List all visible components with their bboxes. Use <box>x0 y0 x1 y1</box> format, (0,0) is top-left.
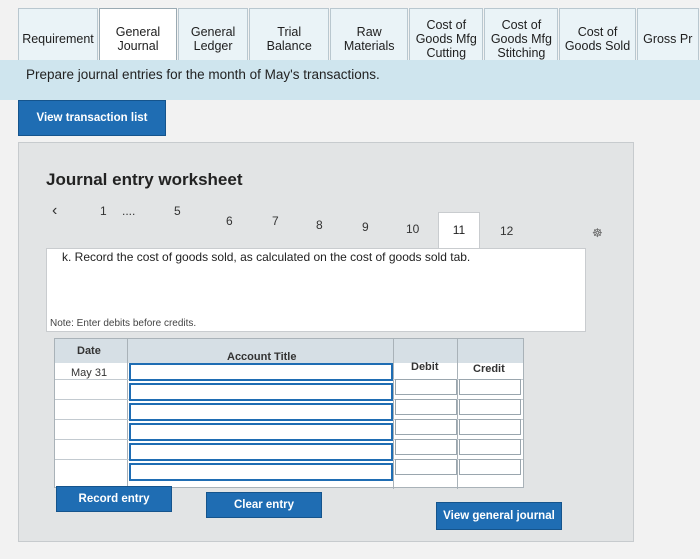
journal-table: Date Account Title Debit Credit May 31 <box>54 338 524 489</box>
account-title-input[interactable] <box>129 463 393 481</box>
tab-general-ledger[interactable]: General Ledger <box>177 8 249 68</box>
debit-input[interactable] <box>395 419 457 435</box>
account-title-input[interactable] <box>129 423 393 441</box>
worksheet-title: Journal entry worksheet <box>46 170 243 189</box>
header-credit: Credit <box>473 363 505 375</box>
tab-cogm-stitching[interactable]: Cost of Goods Mfg Stitching <box>484 8 559 68</box>
view-transaction-list-button[interactable]: View transaction list <box>18 100 166 136</box>
clear-entry-button[interactable]: Clear entry <box>206 492 322 518</box>
header-account-title: Account Title <box>227 351 297 363</box>
page-7[interactable]: 7 <box>272 214 279 228</box>
account-title-input[interactable] <box>129 443 393 461</box>
tab-gross-profit[interactable]: Gross Pr <box>636 8 699 68</box>
page-12[interactable]: 12 <box>500 224 513 238</box>
tab-cogs[interactable]: Cost of Goods Sold <box>559 8 636 68</box>
credit-input[interactable] <box>459 459 521 475</box>
task-text: k. Record the cost of goods sold, as cal… <box>62 250 471 264</box>
tab-general-journal[interactable]: General Journal <box>98 8 177 68</box>
page-9[interactable]: 9 <box>362 220 369 234</box>
tab-requirement[interactable]: Requirement <box>18 8 98 68</box>
account-title-input[interactable] <box>129 383 393 401</box>
print-icon[interactable]: ☸ <box>592 226 603 240</box>
view-general-journal-button[interactable]: View general journal <box>436 502 562 530</box>
debit-input[interactable] <box>395 439 457 455</box>
page-1[interactable]: 1 <box>100 204 107 218</box>
col-divider <box>393 339 394 489</box>
col-divider <box>457 339 458 489</box>
tab-cogm-cutting[interactable]: Cost of Goods Mfg Cutting <box>409 8 484 68</box>
record-entry-button[interactable]: Record entry <box>56 486 172 512</box>
tab-bar: Requirement General Journal General Ledg… <box>0 8 700 68</box>
account-title-input[interactable] <box>129 363 393 381</box>
page-11-active[interactable]: 11 <box>438 212 480 252</box>
header-debit: Debit <box>411 361 439 373</box>
date-cell: May 31 <box>71 367 108 379</box>
header-date: Date <box>77 345 101 357</box>
account-title-input[interactable] <box>129 403 393 421</box>
page-5[interactable]: 5 <box>174 204 181 218</box>
credit-input[interactable] <box>459 379 521 395</box>
debit-input[interactable] <box>395 459 457 475</box>
credit-input[interactable] <box>459 399 521 415</box>
note-text: Note: Enter debits before credits. <box>50 318 197 329</box>
page-10[interactable]: 10 <box>406 222 419 236</box>
chevron-left-icon[interactable]: ‹ <box>52 202 57 220</box>
tab-trial-balance[interactable]: Trial Balance <box>249 8 330 68</box>
page-8[interactable]: 8 <box>316 218 323 232</box>
page-6[interactable]: 6 <box>226 214 233 228</box>
tab-raw-materials[interactable]: Raw Materials <box>330 8 409 68</box>
credit-input[interactable] <box>459 439 521 455</box>
col-divider <box>127 339 128 489</box>
page-ellipsis: .... <box>122 204 136 218</box>
debit-input[interactable] <box>395 399 457 415</box>
credit-input[interactable] <box>459 419 521 435</box>
instruction-text: Prepare journal entries for the month of… <box>26 67 380 82</box>
debit-input[interactable] <box>395 379 457 395</box>
